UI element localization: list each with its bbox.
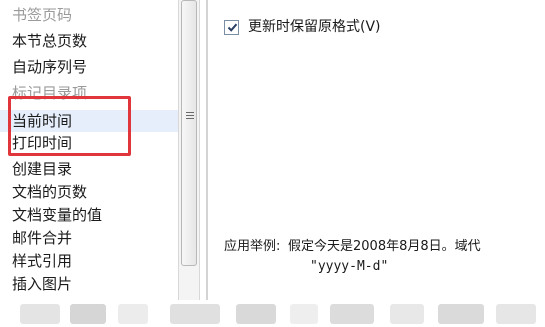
blurred-bottom-strip xyxy=(0,300,545,327)
list-item-create-toc[interactable]: 创建目录 xyxy=(12,158,178,180)
blur-block xyxy=(438,304,484,324)
example-text: 假定今天是2008年8月8日。域代 xyxy=(288,239,481,254)
field-name-list[interactable]: 书签页码 本节总页数 自动序列号 标记目录项 当前时间 打印时间 创建目录 文档… xyxy=(0,0,178,300)
list-item-doc-page-count[interactable]: 文档的页数 xyxy=(12,181,178,203)
list-item-print-time[interactable]: 打印时间 xyxy=(12,132,178,154)
blur-block xyxy=(118,304,148,324)
list-scrollbar[interactable] xyxy=(178,0,200,300)
preserve-format-label[interactable]: 更新时保留原格式(V) xyxy=(248,18,381,36)
blur-block xyxy=(330,304,374,324)
field-options-panel: 更新时保留原格式(V) 应用举例: 假定今天是2008年8月8日。域代 "yyy… xyxy=(210,0,545,300)
list-item-bookmark-page[interactable]: 书签页码 xyxy=(12,4,178,26)
list-item-current-time[interactable]: 当前时间 xyxy=(0,110,178,132)
list-item-mail-merge[interactable]: 邮件合并 xyxy=(12,227,178,249)
checkmark-icon xyxy=(227,23,238,32)
preserve-format-checkbox[interactable] xyxy=(224,20,239,35)
blur-block xyxy=(496,304,536,324)
list-item-insert-picture[interactable]: 插入图片 xyxy=(12,273,178,295)
list-item-doc-variable[interactable]: 文档变量的值 xyxy=(12,204,178,226)
list-item-section-pages[interactable]: 本节总页数 xyxy=(12,30,178,52)
panel-divider xyxy=(206,0,208,300)
grip-line xyxy=(186,118,194,119)
list-item-style-ref[interactable]: 样式引用 xyxy=(12,250,178,272)
example-format: "yyyy-M-d" xyxy=(310,259,389,274)
field-dialog: 书签页码 本节总页数 自动序列号 标记目录项 当前时间 打印时间 创建目录 文档… xyxy=(0,0,545,327)
blur-block xyxy=(70,304,106,324)
scrollbar-thumb[interactable] xyxy=(181,0,197,266)
blur-block xyxy=(390,304,424,324)
blur-block xyxy=(170,304,220,324)
list-item-mark-toc-entry[interactable]: 标记目录项 xyxy=(12,82,178,104)
blur-block xyxy=(290,304,318,324)
example-label: 应用举例: xyxy=(224,239,281,254)
grip-line xyxy=(186,115,194,116)
blur-block xyxy=(236,304,276,324)
blur-block xyxy=(20,304,60,324)
list-item-auto-sequence[interactable]: 自动序列号 xyxy=(12,56,178,78)
grip-line xyxy=(186,112,194,113)
